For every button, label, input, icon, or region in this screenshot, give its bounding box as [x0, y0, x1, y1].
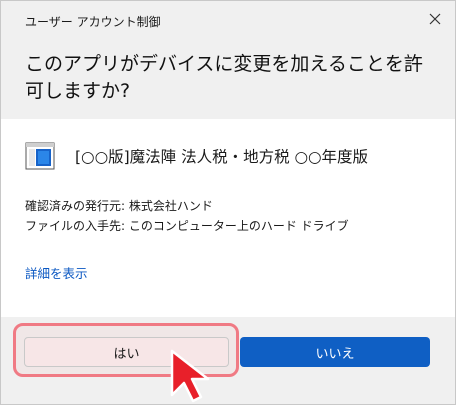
file-origin-info: ファイルの入手先: このコンピューター上のハード ドライブ [25, 219, 349, 233]
close-button[interactable] [423, 7, 447, 31]
app-name: [○○版]魔法陣 法人税・地方税 ○○年度版 [75, 148, 369, 166]
publisher-info: 確認済みの発行元: 株式会社ハンド [25, 199, 213, 213]
show-details-link[interactable]: 詳細を表示 [25, 263, 88, 282]
dialog-title: ユーザー アカウント制御 [25, 15, 161, 29]
app-info-row: [○○版]魔法陣 法人税・地方税 ○○年度版 [25, 141, 368, 171]
uac-dialog: ユーザー アカウント制御 このアプリがデバイスに変更を加えることを許可しますか?… [0, 0, 456, 405]
close-icon [429, 13, 441, 25]
red-arrow-pointer-icon [170, 349, 210, 403]
no-button[interactable]: いいえ [240, 337, 430, 367]
no-button-label: いいえ [315, 346, 355, 362]
app-window-icon [25, 142, 55, 170]
dialog-header: ユーザー アカウント制御 このアプリがデバイスに変更を加えることを許可しますか? [1, 1, 455, 119]
yes-button-label: はい [113, 346, 140, 362]
permission-question: このアプリがデバイスに変更を加えることを許可しますか? [25, 53, 423, 102]
